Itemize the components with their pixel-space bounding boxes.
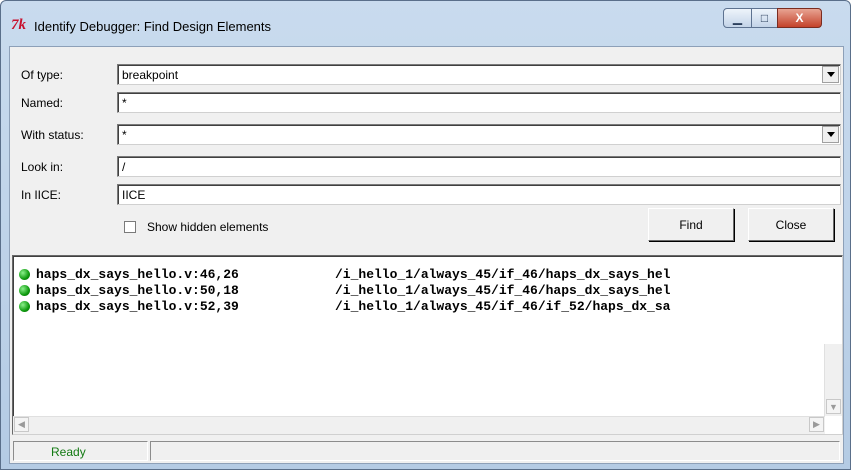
look-in-input[interactable]: / — [117, 156, 841, 177]
result-path: /i_hello_1/always_45/if_46/haps_dx_says_… — [335, 283, 671, 298]
minimize-icon: ▁ — [732, 11, 743, 25]
scroll-right-arrow-icon[interactable]: ▶ — [809, 417, 824, 432]
horizontal-scrollbar[interactable]: ◀ ▶ — [13, 416, 825, 434]
with-status-label: With status: — [21, 128, 84, 142]
maximize-icon: □ — [760, 11, 769, 25]
close-button[interactable]: Close — [748, 208, 834, 241]
result-path: /i_hello_1/always_45/if_46/haps_dx_says_… — [335, 267, 671, 282]
status-dot-icon — [19, 285, 30, 296]
find-design-elements-window: 7k Identify Debugger: Find Design Elemen… — [0, 0, 851, 470]
chevron-down-icon — [826, 132, 835, 137]
find-button[interactable]: Find — [648, 208, 734, 241]
of-type-value: breakpoint — [122, 68, 179, 82]
show-hidden-label[interactable]: Show hidden elements — [147, 220, 268, 234]
in-iice-value: IICE — [122, 188, 146, 202]
with-status-dropdown-button[interactable] — [822, 126, 839, 143]
named-label: Named: — [21, 96, 64, 110]
status-dot-icon — [19, 269, 30, 280]
window-title: Identify Debugger: Find Design Elements — [34, 19, 272, 34]
tk-app-icon: 7k — [11, 17, 26, 33]
of-type-dropdown-button[interactable] — [822, 66, 839, 83]
scroll-down-arrow-icon[interactable]: ▼ — [826, 399, 841, 414]
in-iice-input[interactable]: IICE — [117, 184, 841, 205]
results-list[interactable]: haps_dx_says_hello.v:46,26 /i_hello_1/al… — [12, 255, 843, 435]
in-iice-label: In IICE: — [21, 188, 62, 202]
status-dot-icon — [19, 301, 30, 312]
show-hidden-checkbox[interactable] — [124, 221, 136, 233]
close-icon: X — [795, 11, 804, 25]
vertical-scrollbar[interactable]: ▼ — [824, 344, 842, 416]
result-location: haps_dx_says_hello.v:46,26 — [36, 267, 239, 282]
result-location: haps_dx_says_hello.v:52,39 — [36, 299, 239, 314]
scroll-left-arrow-icon[interactable]: ◀ — [14, 417, 29, 432]
status-state: Ready — [13, 441, 148, 461]
dialog-client-area: Of type: breakpoint Named: * With status… — [9, 46, 844, 464]
look-in-label: Look in: — [21, 160, 64, 174]
look-in-value: / — [122, 160, 126, 174]
minimize-button[interactable]: ▁ — [723, 8, 752, 28]
with-status-combobox[interactable]: * — [117, 124, 841, 145]
result-location: haps_dx_says_hello.v:50,18 — [36, 283, 239, 298]
close-window-button[interactable]: X — [777, 8, 822, 28]
status-message — [150, 441, 840, 461]
named-value: * — [122, 96, 127, 110]
result-path: /i_hello_1/always_45/if_46/if_52/haps_dx… — [335, 299, 671, 314]
chevron-down-icon — [826, 72, 835, 77]
of-type-label: Of type: — [21, 68, 64, 82]
maximize-button[interactable]: □ — [751, 8, 778, 28]
of-type-combobox[interactable]: breakpoint — [117, 64, 841, 85]
title-bar[interactable]: 7k Identify Debugger: Find Design Elemen… — [1, 1, 850, 47]
with-status-value: * — [122, 128, 127, 142]
named-input[interactable]: * — [117, 92, 841, 113]
